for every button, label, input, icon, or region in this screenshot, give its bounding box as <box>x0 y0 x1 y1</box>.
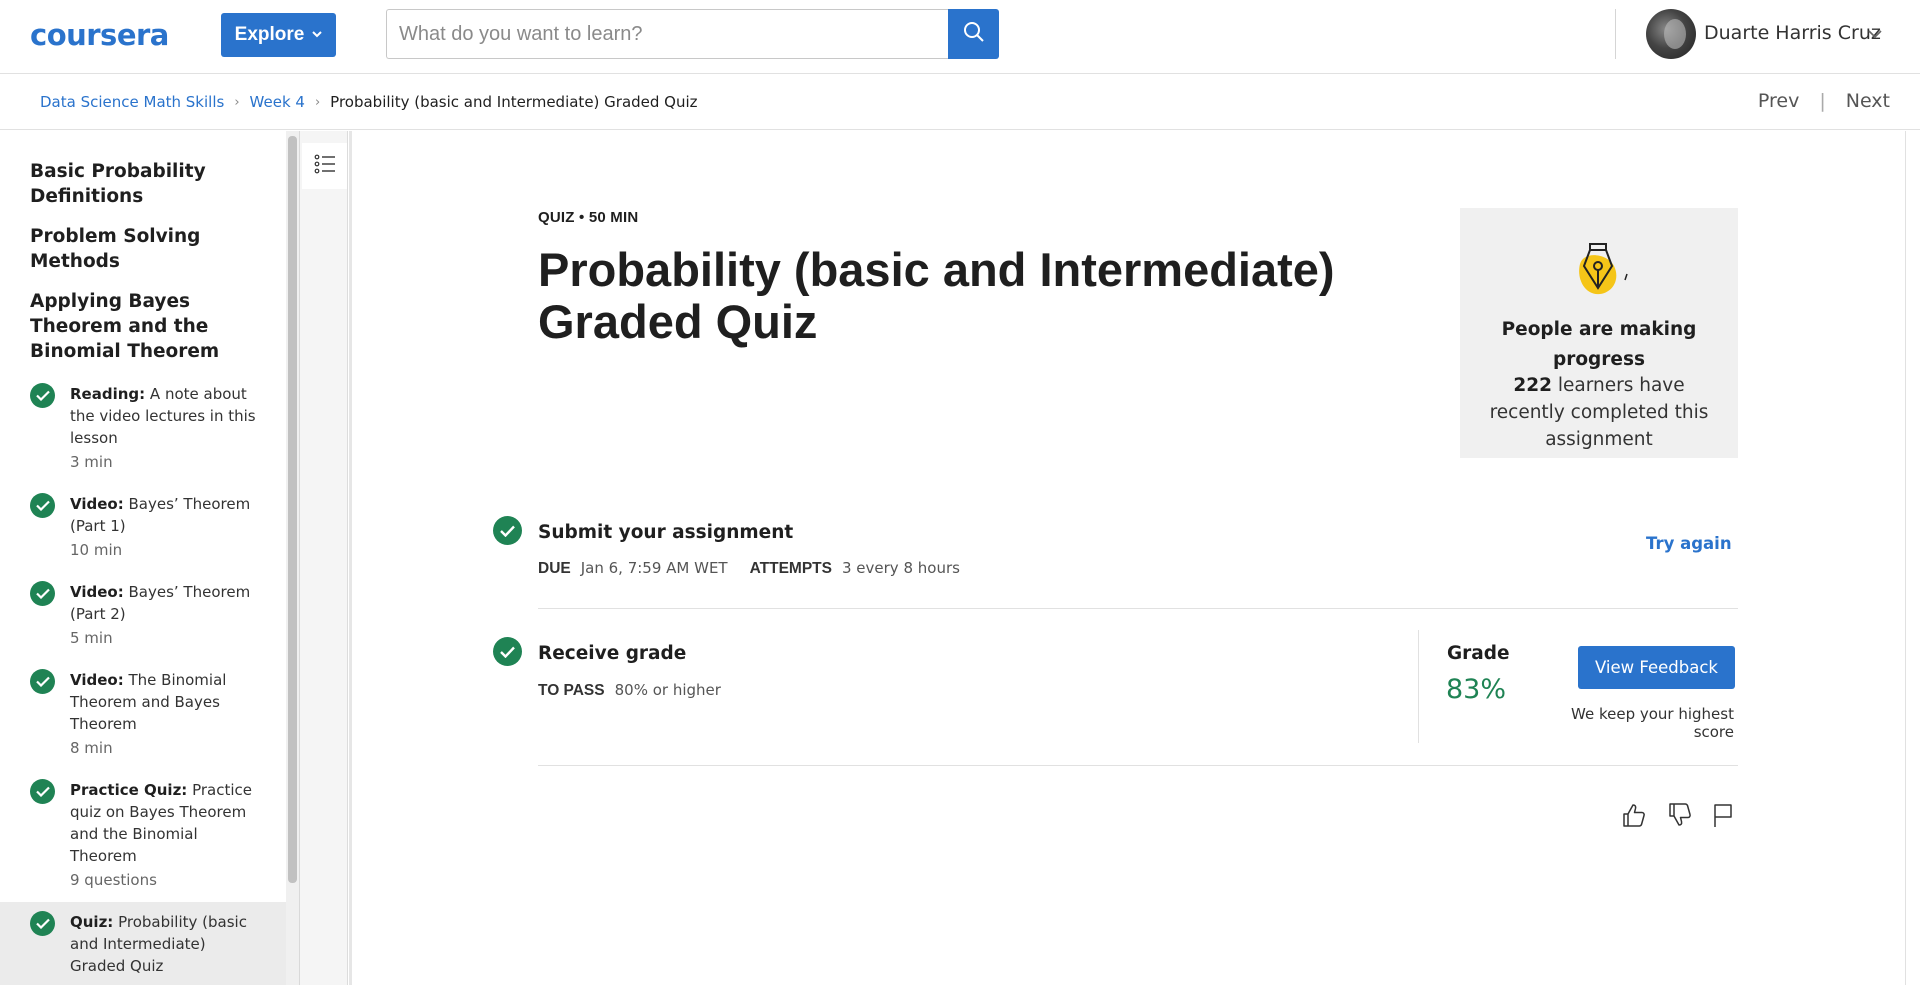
learner-count: 222 <box>1513 375 1552 396</box>
item-type: Video: <box>70 495 124 513</box>
chevron-down-icon <box>312 29 323 41</box>
to-pass-value: 80% or higher <box>614 681 721 699</box>
progress-card: People are making progress 222 learners … <box>1460 208 1738 458</box>
toggle-outline-button[interactable] <box>302 143 347 189</box>
to-pass-label: TO PASS <box>538 682 605 699</box>
coursera-logo[interactable]: coursera <box>30 18 169 52</box>
section-divider <box>538 765 1738 766</box>
sidebar-section-bayes-binomial[interactable]: Applying Bayes Theorem and the Binomial … <box>30 289 260 364</box>
due-label: DUE <box>538 560 571 577</box>
progress-heading: People are making progress <box>1501 319 1697 370</box>
page-title: Probability (basic and Intermediate) Gra… <box>538 243 1335 348</box>
explore-label: Explore <box>234 24 305 45</box>
breadcrumb-week[interactable]: Week 4 <box>250 93 305 111</box>
nav-separator: | <box>1819 90 1826 112</box>
chevron-right-icon: › <box>314 94 321 110</box>
prev-next-nav: Prev | Next <box>1758 90 1890 112</box>
content-border <box>349 131 352 985</box>
header-divider <box>1615 9 1616 59</box>
attempts-value: 3 every 8 hours <box>841 559 960 577</box>
due-value: Jan 6, 7:59 AM WET <box>580 559 728 577</box>
view-feedback-button[interactable]: View Feedback <box>1578 646 1735 689</box>
try-again-link[interactable]: Try again <box>1646 534 1732 553</box>
progress-body: 222 learners have recently completed thi… <box>1474 372 1724 453</box>
attempts-label: ATTEMPTS <box>749 560 832 577</box>
thumbs-down-icon[interactable] <box>1665 800 1695 830</box>
user-name[interactable]: Duarte Harris Cruz <box>1704 22 1881 44</box>
item-type: Video: <box>70 583 124 601</box>
item-type: Practice Quiz: <box>70 781 188 799</box>
grade-divider <box>1418 630 1419 743</box>
grade-label: Grade <box>1447 643 1510 664</box>
check-circle-icon <box>30 669 55 694</box>
breadcrumb-current: Probability (basic and Intermediate) Gra… <box>330 93 698 111</box>
check-circle-icon <box>30 911 55 936</box>
section-divider <box>538 608 1738 609</box>
receive-grade-title: Receive grade <box>538 643 687 664</box>
check-circle-icon <box>30 493 55 518</box>
next-link[interactable]: Next <box>1846 90 1890 112</box>
outline-strip <box>300 131 348 985</box>
pen-nib-icon <box>1570 236 1630 304</box>
list-icon <box>314 153 336 180</box>
item-type: Reading: <box>70 385 146 403</box>
check-circle-icon <box>30 779 55 804</box>
breadcrumb-bar: Data Science Math Skills › Week 4 › Prob… <box>0 74 1920 130</box>
item-duration: 5 min <box>70 629 113 647</box>
sidebar-item-video-bayes-1[interactable]: Video: Bayes’ Theorem (Part 1) 10 min <box>0 493 286 561</box>
sidebar-section-problem-solving[interactable]: Problem Solving Methods <box>30 224 260 274</box>
sidebar-item-reading-note[interactable]: Reading: A note about the video lectures… <box>0 383 286 473</box>
sidebar-item-video-bayes-2[interactable]: Video: Bayes’ Theorem (Part 2) 5 min <box>0 581 286 649</box>
thumbs-up-icon[interactable] <box>1619 800 1649 830</box>
item-duration: 9 questions <box>70 871 157 889</box>
chevron-right-icon: › <box>234 94 240 110</box>
search-button[interactable] <box>948 9 999 59</box>
receive-meta: TO PASS 80% or higher <box>538 681 743 700</box>
explore-button[interactable]: Explore <box>221 13 336 57</box>
sidebar-section-basic-probability[interactable]: Basic Probability Definitions <box>30 159 260 209</box>
check-circle-icon <box>30 383 55 408</box>
item-duration: 8 min <box>70 739 113 757</box>
check-circle-icon <box>493 516 522 545</box>
flag-icon[interactable] <box>1708 800 1738 830</box>
breadcrumb: Data Science Math Skills › Week 4 › Prob… <box>40 93 698 111</box>
sidebar-item-graded-quiz[interactable]: Quiz: Probability (basic and Intermediat… <box>0 902 286 985</box>
item-duration: 3 min <box>70 453 113 471</box>
grade-value: 83% <box>1446 674 1507 705</box>
search-input[interactable] <box>386 9 949 59</box>
prev-link[interactable]: Prev <box>1758 90 1799 112</box>
item-duration: 10 min <box>70 541 123 559</box>
item-type: Quiz: <box>70 913 114 931</box>
submit-assignment-title: Submit your assignment <box>538 522 794 543</box>
item-type: Video: <box>70 671 124 689</box>
check-circle-icon <box>493 637 522 666</box>
highest-score-note: We keep your highest score <box>1571 705 1734 741</box>
content-border <box>1905 131 1906 985</box>
search-icon <box>963 21 985 48</box>
sidebar-item-video-binomial[interactable]: Video: The Binomial Theorem and Bayes Th… <box>0 669 286 759</box>
breadcrumb-course[interactable]: Data Science Math Skills <box>40 93 224 111</box>
sidebar-item-practice-quiz[interactable]: Practice Quiz: Practice quiz on Bayes Th… <box>0 779 286 891</box>
check-circle-icon <box>30 581 55 606</box>
course-sidebar: Basic Probability Definitions Problem So… <box>0 131 286 985</box>
item-eyebrow: QUIZ • 50 MIN <box>538 209 639 226</box>
top-header: coursera Explore Duarte Harris Cruz <box>0 0 1920 74</box>
avatar[interactable] <box>1646 9 1696 59</box>
chevron-down-icon[interactable] <box>1868 26 1882 44</box>
sidebar-scrollbar-thumb[interactable] <box>288 136 297 883</box>
submit-meta: DUE Jan 6, 7:59 AM WET ATTEMPTS 3 every … <box>538 559 982 578</box>
